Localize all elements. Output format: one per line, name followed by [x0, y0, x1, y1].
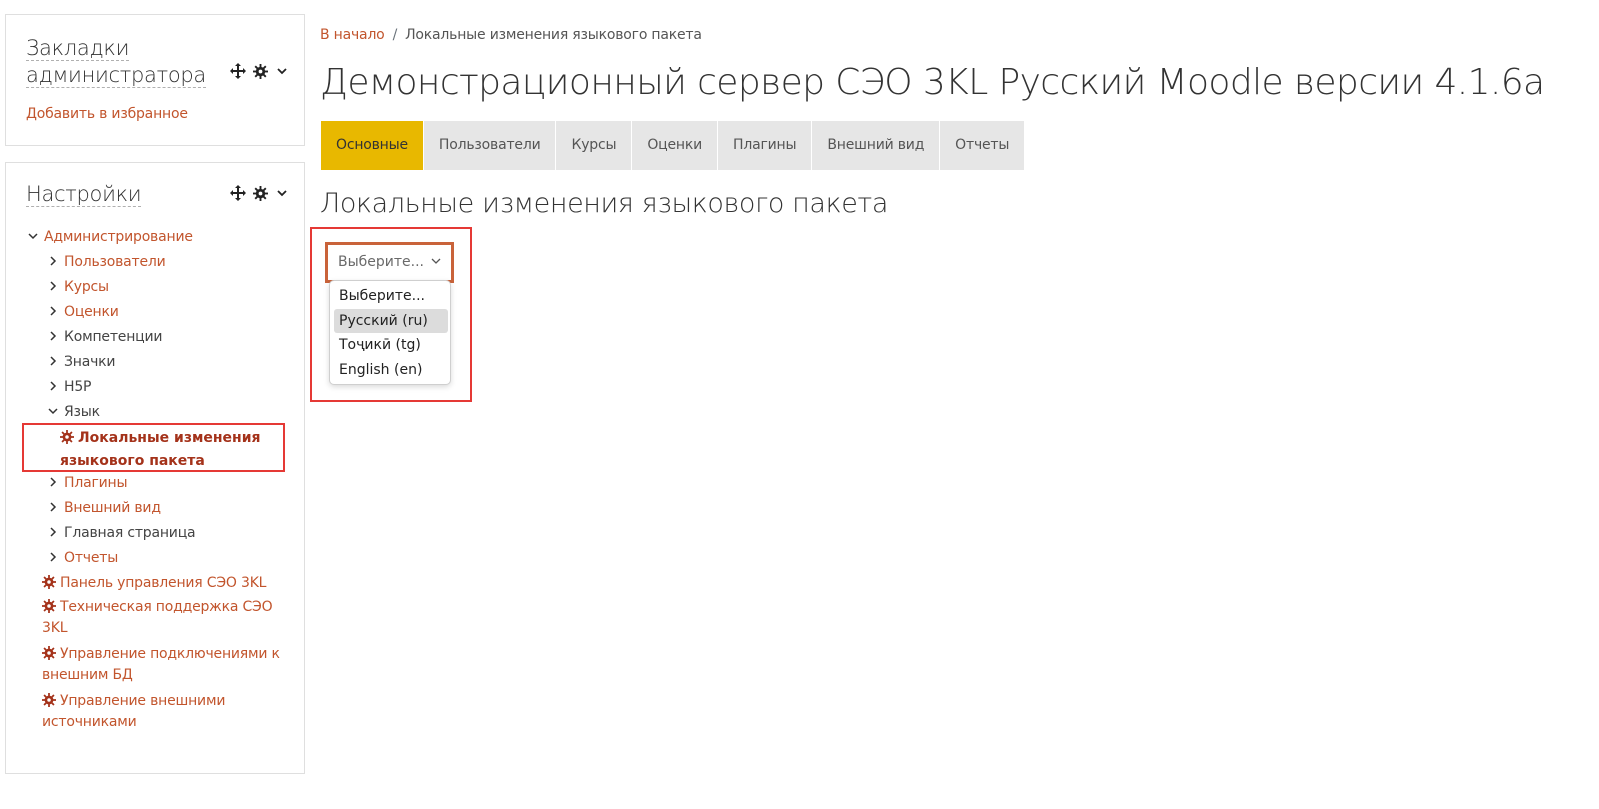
language-option[interactable]: English (en) [334, 358, 448, 382]
tab-grades[interactable]: Оценки [632, 121, 719, 170]
admin-bookmarks-block: Закладки администратора Добавить в избра… [5, 14, 305, 146]
chevron-down-icon[interactable] [274, 185, 290, 201]
block-controls [230, 185, 290, 201]
language-select[interactable]: Выберите... [325, 242, 454, 283]
tree-item-competencies[interactable]: Компетенции [46, 327, 162, 347]
chevron-right-icon[interactable] [46, 327, 60, 347]
tab-general[interactable]: Основные [321, 121, 424, 170]
language-option[interactable]: Тоҷикӣ (tg) [334, 333, 448, 357]
admin-tabs: Основные Пользователи Курсы Оценки Плаги… [321, 121, 1026, 170]
language-option[interactable]: Выберите... [334, 284, 448, 308]
tree-item-courses[interactable]: Курсы [46, 277, 109, 297]
tab-users[interactable]: Пользователи [423, 121, 557, 170]
move-icon[interactable] [230, 63, 246, 79]
settings-block: Настройки Администрирование Пользователи… [5, 162, 305, 774]
language-select-value-wrapper[interactable]: Выберите... [334, 250, 445, 275]
tree-item-language[interactable]: Язык [46, 402, 100, 422]
breadcrumb-home-link[interactable]: В начало [320, 27, 385, 43]
bookmarks-block-title: Закладки администратора [26, 36, 206, 88]
tab-plugins[interactable]: Плагины [718, 121, 813, 170]
tab-appearance[interactable]: Внешний вид [812, 121, 941, 170]
chevron-right-icon[interactable] [46, 377, 60, 397]
tree-item-h5p[interactable]: H5P [46, 377, 91, 397]
add-to-favorites-link[interactable]: Добавить в избранное [26, 106, 188, 122]
chevron-right-icon[interactable] [46, 548, 60, 568]
chevron-down-icon[interactable] [274, 63, 290, 79]
gear-icon [42, 646, 56, 660]
chevron-right-icon[interactable] [46, 277, 60, 297]
tree-item-users[interactable]: Пользователи [46, 252, 166, 272]
chevron-right-icon[interactable] [46, 473, 60, 493]
move-icon[interactable] [230, 185, 246, 201]
tree-item-seo-panel[interactable]: Панель управления СЭО 3KL [42, 573, 266, 593]
tree-item-appearance[interactable]: Внешний вид [46, 498, 161, 518]
gear-icon [60, 429, 74, 444]
breadcrumb: В начало / Локальные изменения языкового п… [320, 27, 702, 43]
gear-icon [42, 693, 56, 707]
tree-item-reports[interactable]: Отчеты [46, 548, 118, 568]
chevron-right-icon[interactable] [46, 352, 60, 372]
tree-item-frontpage[interactable]: Главная страница [46, 523, 196, 543]
chevron-down-icon[interactable] [46, 402, 60, 422]
gear-icon [42, 599, 56, 613]
tree-item-grades[interactable]: Оценки [46, 302, 119, 322]
chevron-down-icon [431, 250, 441, 275]
tab-reports[interactable]: Отчеты [940, 121, 1026, 170]
language-dropdown: Выберите... Русский (ru) Тоҷикӣ (tg) Eng… [329, 280, 451, 385]
chevron-right-icon[interactable] [46, 252, 60, 272]
tab-courses[interactable]: Курсы [556, 121, 633, 170]
chevron-right-icon[interactable] [46, 523, 60, 543]
tree-item-plugins[interactable]: Плагины [46, 473, 128, 493]
chevron-down-icon[interactable] [26, 227, 40, 247]
chevron-right-icon[interactable] [46, 302, 60, 322]
section-title: Локальные изменения языкового пакета [320, 188, 888, 219]
block-controls [230, 63, 290, 79]
gear-icon [42, 575, 56, 589]
language-select-value: Выберите... [338, 254, 425, 270]
gear-icon[interactable] [252, 185, 268, 201]
language-option-highlighted[interactable]: Русский (ru) [334, 309, 448, 333]
tree-item-db-connections[interactable]: Управление подключениями к внешним БД [42, 644, 282, 688]
tree-item-badges[interactable]: Значки [46, 352, 116, 372]
chevron-right-icon[interactable] [46, 498, 60, 518]
tree-item-ext-sources[interactable]: Управление внешними источниками [42, 691, 282, 735]
breadcrumb-current: Локальные изменения языкового пакета [405, 27, 702, 43]
gear-icon[interactable] [252, 63, 268, 79]
tree-item-seo-support[interactable]: Техническая поддержка СЭО 3KL [42, 597, 282, 641]
tree-item-lang-customization[interactable]: Локальные изменения языкового пакета [60, 427, 270, 473]
breadcrumb-separator: / [392, 27, 398, 43]
page-title: Демонстрационный сервер СЭО 3KL Русский … [320, 62, 1545, 103]
tree-item-admin[interactable]: Администрирование [26, 227, 193, 247]
settings-block-title: Настройки [26, 182, 142, 207]
